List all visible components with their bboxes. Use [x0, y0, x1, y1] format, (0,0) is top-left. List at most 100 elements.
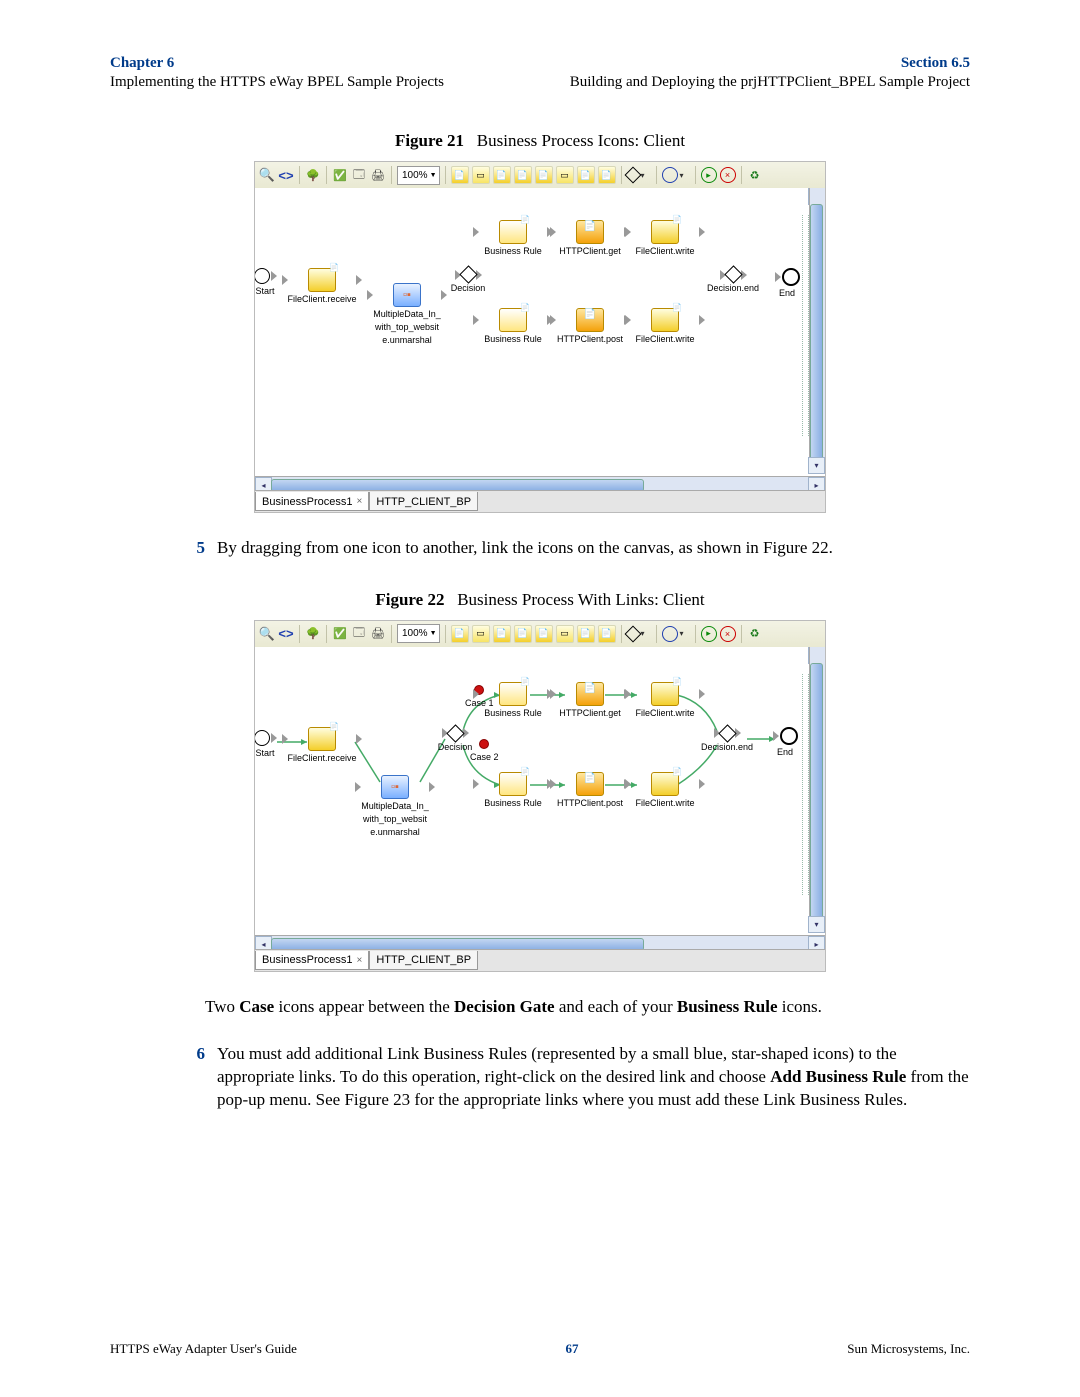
node-multipledata[interactable]: ▫▪ MultipleData_In_ with_top_websit e.un… — [367, 283, 447, 345]
activity-icon[interactable]: 📄 — [451, 625, 469, 643]
editor-tabs: BusinessProcess1× HTTP_CLIENT_BP — [255, 490, 825, 512]
binoculars-icon[interactable]: 🔍 — [259, 626, 275, 642]
tree-icon[interactable]: 🌳 — [305, 626, 321, 642]
node-end[interactable]: End — [767, 268, 807, 299]
figure22-caption: Figure 22 Business Process With Links: C… — [110, 590, 970, 610]
step-number: 6 — [175, 1043, 217, 1112]
node-fileclient-write-bottom[interactable]: 📄 FileClient.write — [625, 772, 705, 809]
figure21-label: Figure 21 — [395, 131, 464, 150]
validate-icon[interactable]: ✅ — [332, 167, 348, 183]
node-business-rule-top[interactable]: 📄 Business Rule — [473, 682, 553, 719]
close-icon[interactable]: × — [357, 496, 363, 507]
page-footer: HTTPS eWay Adapter User's Guide 67 Sun M… — [110, 1341, 970, 1357]
assign-icon[interactable]: 📄 — [493, 625, 511, 643]
node-multipledata[interactable]: ▫▪ MultipleData_In_ with_top_websit e.un… — [355, 775, 435, 837]
section-label: Section 6.5 — [570, 55, 970, 72]
code-icon[interactable]: <> — [278, 167, 294, 183]
step-text: You must add additional Link Business Ru… — [217, 1043, 970, 1112]
node-httpclient-post[interactable]: 📄 HTTPClient.post — [550, 772, 630, 809]
footer-right: Sun Microsystems, Inc. — [847, 1341, 970, 1357]
receive-icon[interactable]: 📄 — [535, 625, 553, 643]
header-right: Section 6.5 Building and Deploying the p… — [570, 55, 970, 91]
step-6: 6 You must add additional Link Business … — [175, 1043, 970, 1112]
circle-tool[interactable]: ▾ — [662, 626, 690, 642]
node-fileclient-write-top[interactable]: 📄 FileClient.write — [625, 682, 705, 719]
figure22-label: Figure 22 — [375, 590, 444, 609]
page-number: 67 — [566, 1341, 579, 1357]
wait-icon[interactable]: 📄 — [577, 166, 595, 184]
zoom-combo[interactable]: 100%▼ — [397, 166, 440, 185]
empty-icon[interactable]: 📄 — [598, 166, 616, 184]
figure21-editor: 🔍 <> 🌳 ✅ 🗔 🖨 100%▼ 📄 ▭ 📄 📄 📄 ▭ 📄 📄 — [254, 161, 826, 513]
tab-businessprocess1[interactable]: BusinessProcess1× — [255, 492, 369, 511]
layout-icon[interactable]: 🗔 — [351, 167, 367, 183]
editor-toolbar: 🔍 <> 🌳 ✅ 🗔 🖨 100%▼ 📄 ▭ 📄 📄 📄 ▭ 📄 📄 — [255, 162, 825, 189]
decision-tool[interactable]: ▾ — [627, 628, 651, 640]
step-5: 5 By dragging from one icon to another, … — [175, 537, 970, 560]
editor-canvas[interactable]: ▴ ▾ — [255, 647, 825, 933]
vertical-scrollbar[interactable] — [809, 647, 825, 933]
tab-http-client-bp[interactable]: HTTP_CLIENT_BP — [369, 492, 478, 511]
stop-icon[interactable]: × — [720, 626, 736, 642]
node-end[interactable]: End — [765, 727, 805, 758]
close-icon[interactable]: × — [357, 955, 363, 966]
tab-businessprocess1[interactable]: BusinessProcess1× — [255, 951, 369, 970]
layout-icon[interactable]: 🗔 — [351, 626, 367, 642]
code-icon[interactable]: <> — [278, 626, 294, 642]
figure21-title: Business Process Icons: Client — [477, 131, 685, 150]
print-icon[interactable]: 🖨 — [370, 167, 386, 183]
figure22-editor: 🔍 <> 🌳 ✅ 🗔 🖨 100%▼ 📄 ▭ 📄 📄 📄 ▭ 📄 📄 — [254, 620, 826, 972]
recycle-icon[interactable]: ♻ — [747, 167, 763, 183]
node-decision-end[interactable]: Decision.end — [687, 727, 767, 753]
scroll-down-icon[interactable]: ▾ — [808, 916, 825, 933]
canvas-margin — [802, 215, 809, 436]
page-header: Chapter 6 Implementing the HTTPS eWay BP… — [110, 55, 970, 91]
chapter-subtitle: Implementing the HTTPS eWay BPEL Sample … — [110, 74, 444, 91]
tab-http-client-bp[interactable]: HTTP_CLIENT_BP — [369, 951, 478, 970]
node-decision[interactable]: Decision — [438, 268, 498, 294]
zoom-combo[interactable]: 100%▼ — [397, 624, 440, 643]
activity-icon[interactable]: 📄 — [451, 166, 469, 184]
print-icon[interactable]: 🖨 — [370, 626, 386, 642]
node-fileclient-write-bottom[interactable]: 📄 FileClient.write — [625, 308, 705, 345]
editor-canvas[interactable]: ▴ ▾ 📄 Business Rule 📄 HTTPClient.get 📄 F… — [255, 188, 825, 474]
node-httpclient-get[interactable]: 📄 HTTPClient.get — [550, 220, 630, 257]
node-httpclient-post[interactable]: 📄 HTTPClient.post — [550, 308, 630, 345]
reply-icon[interactable]: ▭ — [556, 625, 574, 643]
decision-tool[interactable]: ▾ — [627, 169, 651, 181]
case-icons-paragraph: Two Case icons appear between the Decisi… — [205, 996, 970, 1019]
tree-icon[interactable]: 🌳 — [305, 167, 321, 183]
document-page: Chapter 6 Implementing the HTTPS eWay BP… — [0, 0, 1080, 1397]
case2-marker[interactable]: Case 2 — [470, 739, 499, 762]
node-fileclient-receive[interactable]: 📄 FileClient.receive — [282, 727, 362, 764]
node-fileclient-write-top[interactable]: 📄 FileClient.write — [625, 220, 705, 257]
figure21-caption: Figure 21 Business Process Icons: Client — [110, 131, 970, 151]
recycle-icon[interactable]: ♻ — [747, 626, 763, 642]
scroll-down-icon[interactable]: ▾ — [808, 457, 825, 474]
validate-icon[interactable]: ✅ — [332, 626, 348, 642]
node-business-rule-top[interactable]: 📄 Business Rule — [473, 220, 553, 257]
zoom-value: 100% — [402, 170, 428, 181]
scope-icon[interactable]: ▭ — [472, 166, 490, 184]
invoke-icon[interactable]: 📄 — [514, 625, 532, 643]
assign-icon[interactable]: 📄 — [493, 166, 511, 184]
stop-icon[interactable]: × — [720, 167, 736, 183]
node-business-rule-bottom[interactable]: 📄 Business Rule — [473, 772, 553, 809]
vertical-scrollbar[interactable] — [809, 188, 825, 474]
binoculars-icon[interactable]: 🔍 — [259, 167, 275, 183]
scope-icon[interactable]: ▭ — [472, 625, 490, 643]
reply-icon[interactable]: ▭ — [556, 166, 574, 184]
run-icon[interactable]: ▸ — [701, 167, 717, 183]
node-fileclient-receive[interactable]: 📄 FileClient.receive — [282, 268, 362, 305]
circle-tool[interactable]: ▾ — [662, 167, 690, 183]
receive-icon[interactable]: 📄 — [535, 166, 553, 184]
empty-icon[interactable]: 📄 — [598, 625, 616, 643]
run-icon[interactable]: ▸ — [701, 626, 717, 642]
step-text: By dragging from one icon to another, li… — [217, 537, 970, 560]
zoom-value: 100% — [402, 628, 428, 639]
wait-icon[interactable]: 📄 — [577, 625, 595, 643]
invoke-icon[interactable]: 📄 — [514, 166, 532, 184]
node-httpclient-get[interactable]: 📄 HTTPClient.get — [550, 682, 630, 719]
node-decision-end[interactable]: Decision.end — [693, 268, 773, 294]
node-business-rule-bottom[interactable]: 📄 Business Rule — [473, 308, 553, 345]
